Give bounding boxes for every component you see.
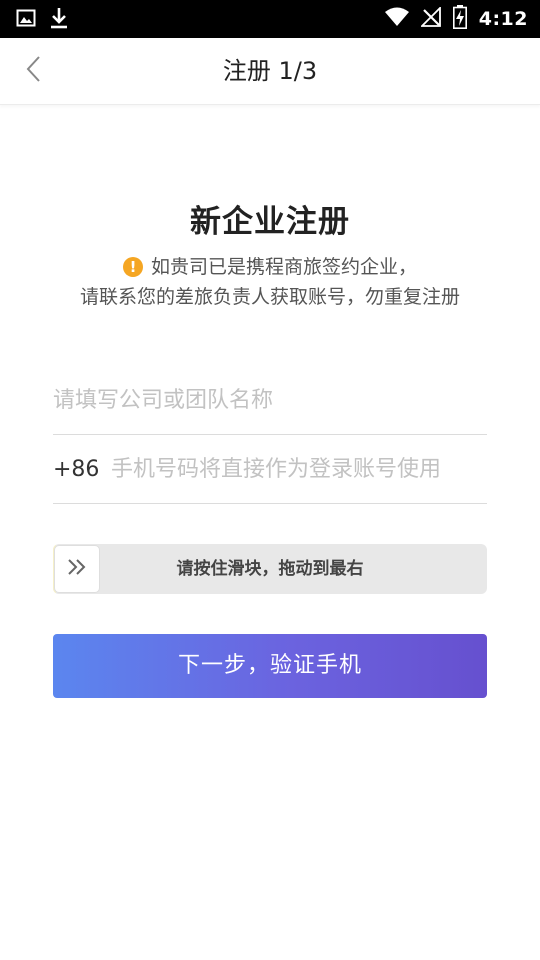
page-title: 注册 1/3: [222, 57, 318, 85]
registration-heading: 新企业注册: [190, 204, 350, 240]
notice-line-1: ! 如贵司已是携程商旅签约企业，: [0, 252, 540, 282]
registration-notice: ! 如贵司已是携程商旅签约企业， 请联系您的差旅负责人获取账号，勿重复注册: [0, 252, 540, 312]
company-name-input[interactable]: [53, 387, 487, 413]
double-chevron-right-icon: [66, 557, 88, 581]
image-icon: [16, 8, 36, 32]
phone-row: +86: [53, 435, 487, 504]
slider-hint: 请按住滑块，拖动到最右: [176, 559, 364, 579]
status-time: 4:12: [478, 8, 528, 30]
slider-handle[interactable]: [54, 545, 100, 593]
notice-text-2: 请联系您的差旅负责人获取账号，勿重复注册: [79, 286, 460, 308]
chevron-left-icon: [25, 55, 43, 87]
slider-captcha: 请按住滑块，拖动到最右: [53, 544, 487, 594]
no-signal-icon: [419, 5, 441, 31]
next-verify-phone-button[interactable]: 下一步，验证手机: [53, 634, 487, 698]
status-left: [16, 7, 68, 33]
warning-icon: !: [122, 257, 143, 277]
company-name-row: [53, 366, 487, 435]
download-icon: [50, 7, 68, 33]
status-bar: 4:12: [0, 0, 540, 38]
battery-charging-icon: [452, 5, 467, 33]
status-right: 4:12: [384, 0, 528, 38]
phone-input[interactable]: [111, 456, 487, 482]
notice-text-1: 如贵司已是携程商旅签约企业，: [150, 256, 417, 278]
back-button[interactable]: [14, 51, 54, 91]
header: 注册 1/3: [0, 38, 540, 105]
wifi-icon: [384, 7, 409, 31]
country-code[interactable]: +86: [53, 457, 111, 482]
